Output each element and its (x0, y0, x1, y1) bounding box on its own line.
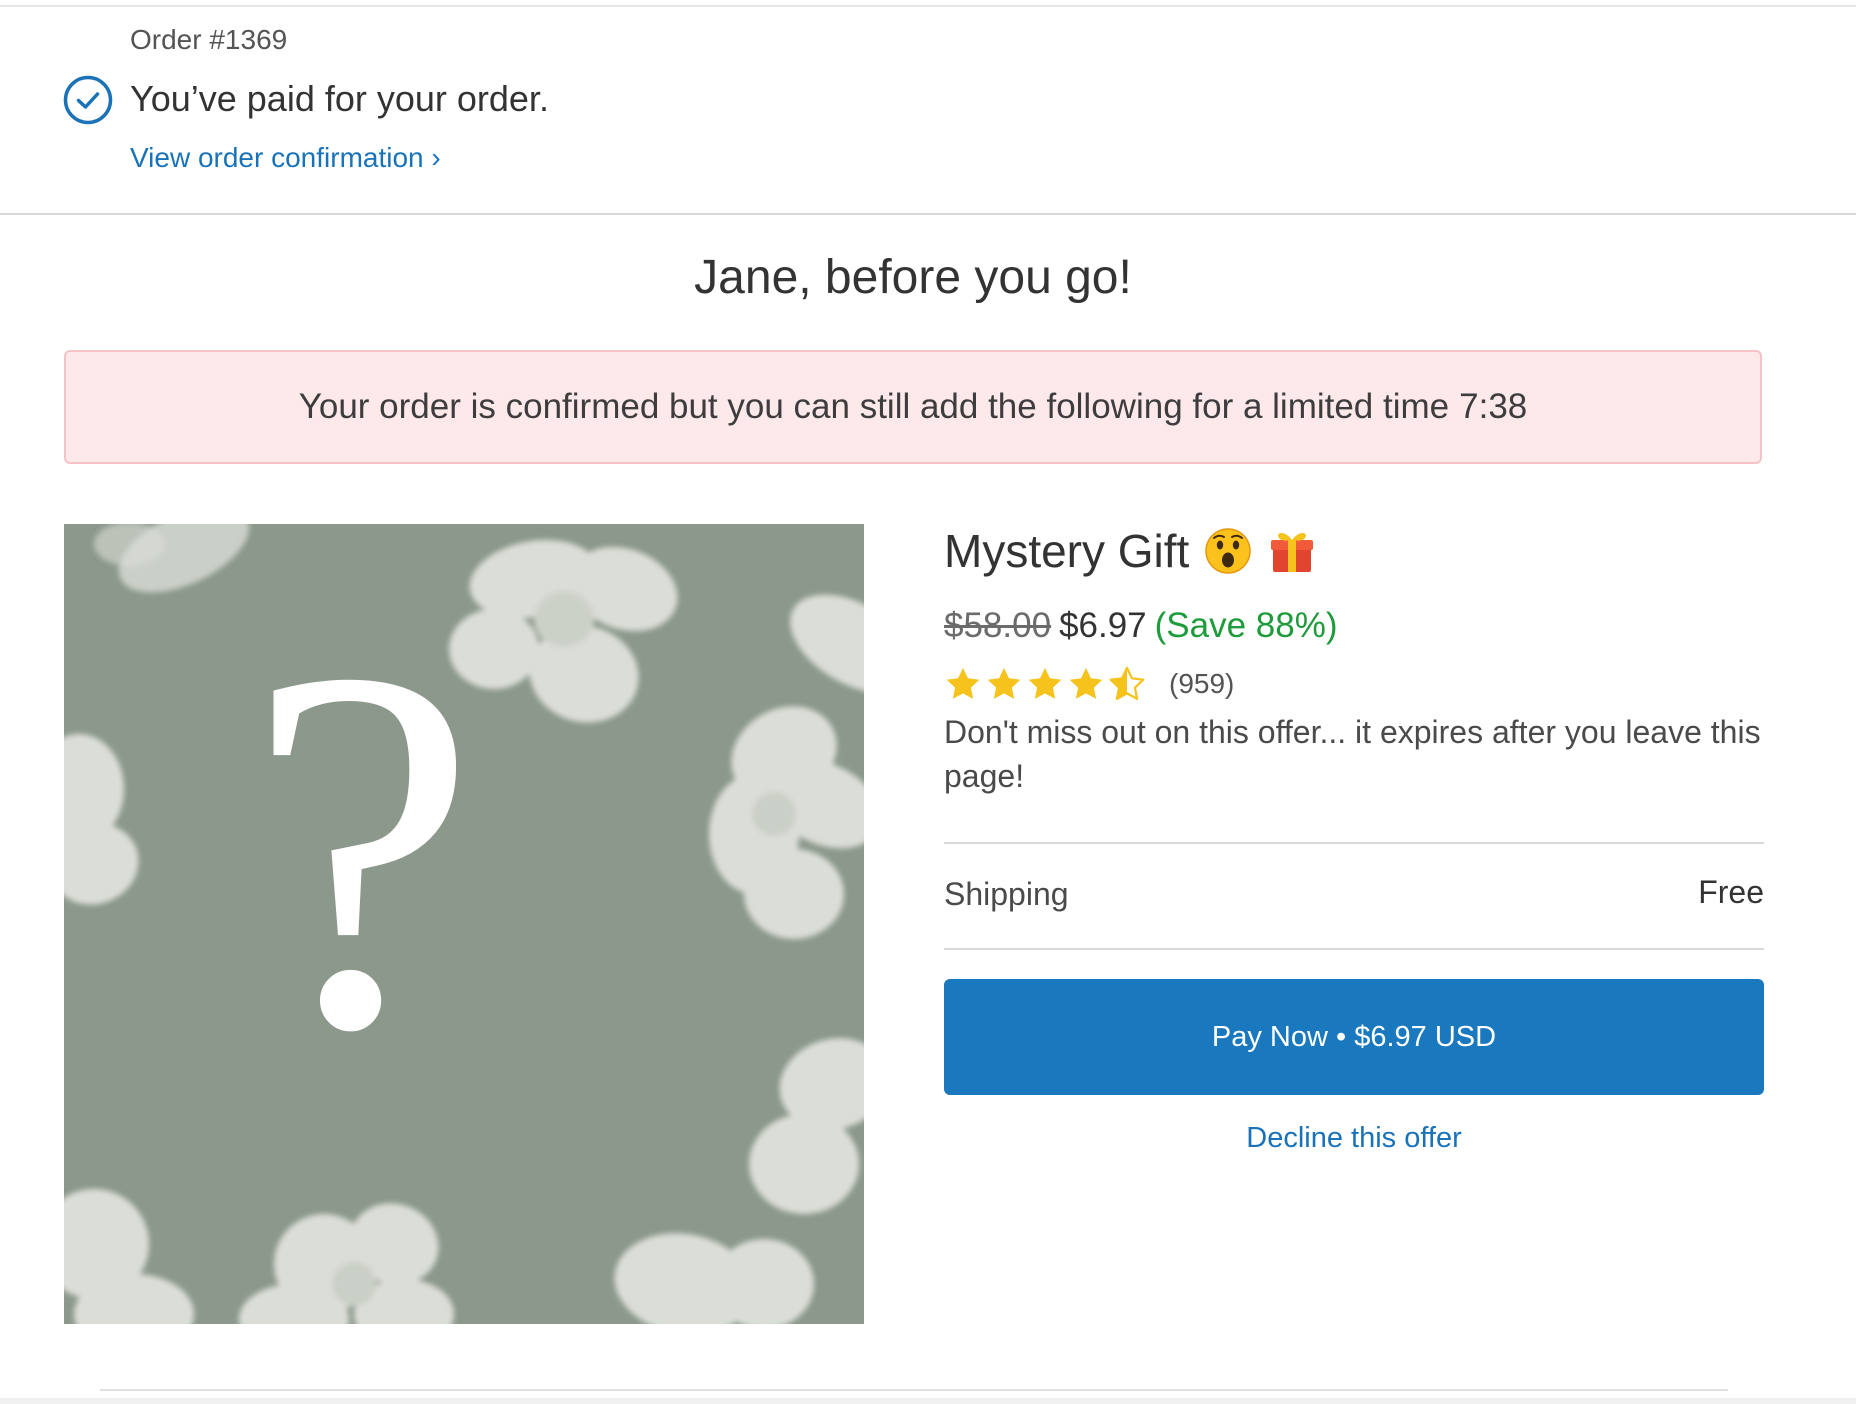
gift-icon (1267, 526, 1317, 576)
product-title-text: Mystery Gift (944, 525, 1190, 577)
star-half-icon (1109, 666, 1145, 700)
question-mark-glyph: ? (247, 562, 478, 1137)
divider (944, 948, 1764, 950)
product-title: Mystery Gift (944, 524, 1317, 578)
rating-row: (959) (944, 664, 1234, 704)
product-image: ? (64, 524, 864, 1324)
offer-description: Don't miss out on this offer... it expir… (944, 714, 1761, 794)
decline-offer-link[interactable]: Decline this offer (944, 1122, 1764, 1155)
shipping-label: Shipping (944, 876, 1069, 912)
countdown-timer: 7:38 (1459, 387, 1528, 426)
star-full-icon (946, 667, 980, 699)
star-full-icon (987, 667, 1021, 699)
order-number: Order #1369 (130, 24, 288, 55)
star-full-icon (1028, 667, 1062, 699)
mystery-gift-image: ? (64, 524, 864, 1324)
section-divider (0, 213, 1856, 215)
paid-status (62, 74, 114, 126)
shipping-value: Free (1698, 874, 1764, 910)
paid-status-text: You’ve paid for your order. (130, 78, 549, 119)
divider (944, 842, 1764, 844)
page-headline: Jane, before you go! (694, 251, 1132, 304)
top-divider (0, 5, 1856, 7)
footer-strip (0, 1398, 1856, 1404)
star-full-icon (1069, 667, 1103, 699)
check-circle-icon (63, 75, 113, 125)
limited-time-banner: Your order is confirmed but you can stil… (64, 350, 1762, 464)
review-count: (959) (1169, 668, 1235, 699)
savings-badge: (Save 88%) (1154, 606, 1338, 645)
view-order-confirmation-link[interactable]: View order confirmation › (130, 142, 441, 174)
banner-message: Your order is confirmed but you can stil… (298, 387, 1450, 426)
price-row: $58.00 $6.97 (Save 88%) (944, 606, 1338, 646)
pay-now-button[interactable]: Pay Now • $6.97 USD (944, 979, 1764, 1095)
sale-price: $6.97 (1059, 606, 1147, 645)
bottom-divider (100, 1389, 1728, 1391)
original-price: $58.00 (944, 606, 1052, 645)
astonished-face-icon (1203, 526, 1253, 576)
